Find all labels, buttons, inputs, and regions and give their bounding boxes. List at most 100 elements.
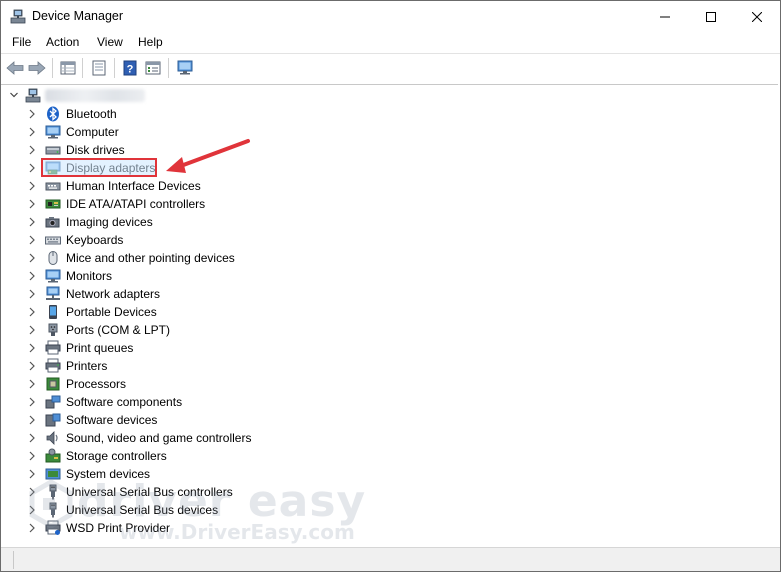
forward-button[interactable] <box>26 57 48 79</box>
usb-icon <box>45 484 61 500</box>
tree-item-printers[interactable]: Printers <box>1 357 401 375</box>
toolbar: ? <box>1 54 780 82</box>
camera-icon <box>45 214 61 230</box>
highlight-box <box>41 158 157 177</box>
tree-item-label: System devices <box>66 467 151 481</box>
tree-root[interactable] <box>1 87 301 105</box>
status-bar <box>1 547 780 571</box>
tree-item-bluetooth[interactable]: Bluetooth <box>1 105 401 123</box>
tree-item-network-adapters[interactable]: Network adapters <box>1 285 401 303</box>
tree-item-universal-serial-bus-devices[interactable]: Universal Serial Bus devices <box>1 501 401 519</box>
chevron-right-icon[interactable] <box>28 145 36 155</box>
tree-item-label: Portable Devices <box>66 305 157 319</box>
chevron-right-icon[interactable] <box>28 487 36 497</box>
tree-item-human-interface-devices[interactable]: Human Interface Devices <box>1 177 401 195</box>
tree-item-print-queues[interactable]: Print queues <box>1 339 401 357</box>
computer-name-blurred <box>45 89 145 102</box>
tree-item-label: Print queues <box>66 341 134 355</box>
tree-item-label: Imaging devices <box>66 215 153 229</box>
chevron-right-icon[interactable] <box>28 181 36 191</box>
chevron-right-icon[interactable] <box>28 523 36 533</box>
chevron-right-icon[interactable] <box>28 235 36 245</box>
chevron-right-icon[interactable] <box>28 415 36 425</box>
back-icon <box>6 61 24 75</box>
chevron-down-icon[interactable] <box>9 90 19 100</box>
chevron-right-icon[interactable] <box>28 109 36 119</box>
tree-item-label: Universal Serial Bus controllers <box>66 485 233 499</box>
chevron-right-icon[interactable] <box>28 505 36 515</box>
tree-item-imaging-devices[interactable]: Imaging devices <box>1 213 401 231</box>
toolbar-separator <box>114 58 115 78</box>
chevron-right-icon[interactable] <box>28 343 36 353</box>
tree-item-system-devices[interactable]: System devices <box>1 465 401 483</box>
computer-root-icon <box>25 88 41 103</box>
system-device-icon <box>45 466 61 482</box>
chevron-right-icon[interactable] <box>28 379 36 389</box>
processor-icon <box>45 376 61 392</box>
storage-controller-icon <box>45 448 61 464</box>
maximize-button[interactable] <box>688 1 734 32</box>
chevron-right-icon[interactable] <box>28 307 36 317</box>
tree-item-universal-serial-bus-controllers[interactable]: Universal Serial Bus controllers <box>1 483 401 501</box>
close-icon <box>752 11 762 22</box>
chevron-right-icon[interactable] <box>28 451 36 461</box>
tree-item-label: Network adapters <box>66 287 161 301</box>
tree-item-label: Ports (COM & LPT) <box>66 323 171 337</box>
chevron-right-icon[interactable] <box>28 433 36 443</box>
computer-icon <box>45 124 61 140</box>
hid-icon <box>45 178 61 194</box>
chevron-right-icon[interactable] <box>28 361 36 371</box>
tree-item-portable-devices[interactable]: Portable Devices <box>1 303 401 321</box>
tree-item-keyboards[interactable]: Keyboards <box>1 231 401 249</box>
tree-item-monitors[interactable]: Monitors <box>1 267 401 285</box>
usb-icon <box>45 502 61 518</box>
tree-item-label: Human Interface Devices <box>66 179 201 193</box>
tree-item-storage-controllers[interactable]: Storage controllers <box>1 447 401 465</box>
chevron-right-icon[interactable] <box>28 325 36 335</box>
back-button[interactable] <box>4 57 26 79</box>
tree-item-mice-and-other-pointing-devices[interactable]: Mice and other pointing devices <box>1 249 401 267</box>
show-hide-tree-button[interactable] <box>57 57 79 79</box>
title-bar: Device Manager <box>1 1 780 32</box>
chevron-right-icon[interactable] <box>28 163 36 173</box>
toolbar-separator <box>82 58 83 78</box>
chevron-right-icon[interactable] <box>28 127 36 137</box>
mouse-icon <box>45 250 61 266</box>
close-button[interactable] <box>734 1 780 32</box>
tree-item-label: Storage controllers <box>66 449 167 463</box>
menu-action[interactable]: Action <box>46 35 79 49</box>
tree-item-ide-ata-atapi-controllers[interactable]: IDE ATA/ATAPI controllers <box>1 195 401 213</box>
menu-file[interactable]: File <box>12 35 31 49</box>
scan-hardware-button[interactable] <box>174 57 196 79</box>
chevron-right-icon[interactable] <box>28 469 36 479</box>
chevron-right-icon[interactable] <box>28 253 36 263</box>
tree-item-wsd-print-provider[interactable]: WSD Print Provider <box>1 519 401 537</box>
device-manager-window: Device Manager File Action View Help ? B… <box>0 0 781 572</box>
menu-view[interactable]: View <box>97 35 123 49</box>
document-icon <box>92 60 106 76</box>
list-view-icon <box>145 61 161 75</box>
tree-item-label: Processors <box>66 377 127 391</box>
chevron-right-icon[interactable] <box>28 217 36 227</box>
tree-item-label: Disk drives <box>66 143 125 157</box>
properties-button[interactable] <box>88 57 110 79</box>
help-button[interactable]: ? <box>119 57 141 79</box>
chevron-right-icon[interactable] <box>28 289 36 299</box>
view-list-button[interactable] <box>142 57 164 79</box>
portable-device-icon <box>45 304 61 320</box>
tree-item-label: Software components <box>66 395 183 409</box>
tree-item-ports-com-lpt[interactable]: Ports (COM & LPT) <box>1 321 401 339</box>
tree-item-label: Printers <box>66 359 108 373</box>
tree-item-processors[interactable]: Processors <box>1 375 401 393</box>
monitor-scan-icon <box>177 60 193 75</box>
chevron-right-icon[interactable] <box>28 397 36 407</box>
tree-item-software-components[interactable]: Software components <box>1 393 401 411</box>
tree-item-label: IDE ATA/ATAPI controllers <box>66 197 206 211</box>
help-icon: ? <box>123 60 137 76</box>
tree-item-software-devices[interactable]: Software devices <box>1 411 401 429</box>
menu-help[interactable]: Help <box>138 35 163 49</box>
minimize-button[interactable] <box>642 1 688 32</box>
tree-item-sound-video-and-game-controllers[interactable]: Sound, video and game controllers <box>1 429 401 447</box>
chevron-right-icon[interactable] <box>28 199 36 209</box>
chevron-right-icon[interactable] <box>28 271 36 281</box>
